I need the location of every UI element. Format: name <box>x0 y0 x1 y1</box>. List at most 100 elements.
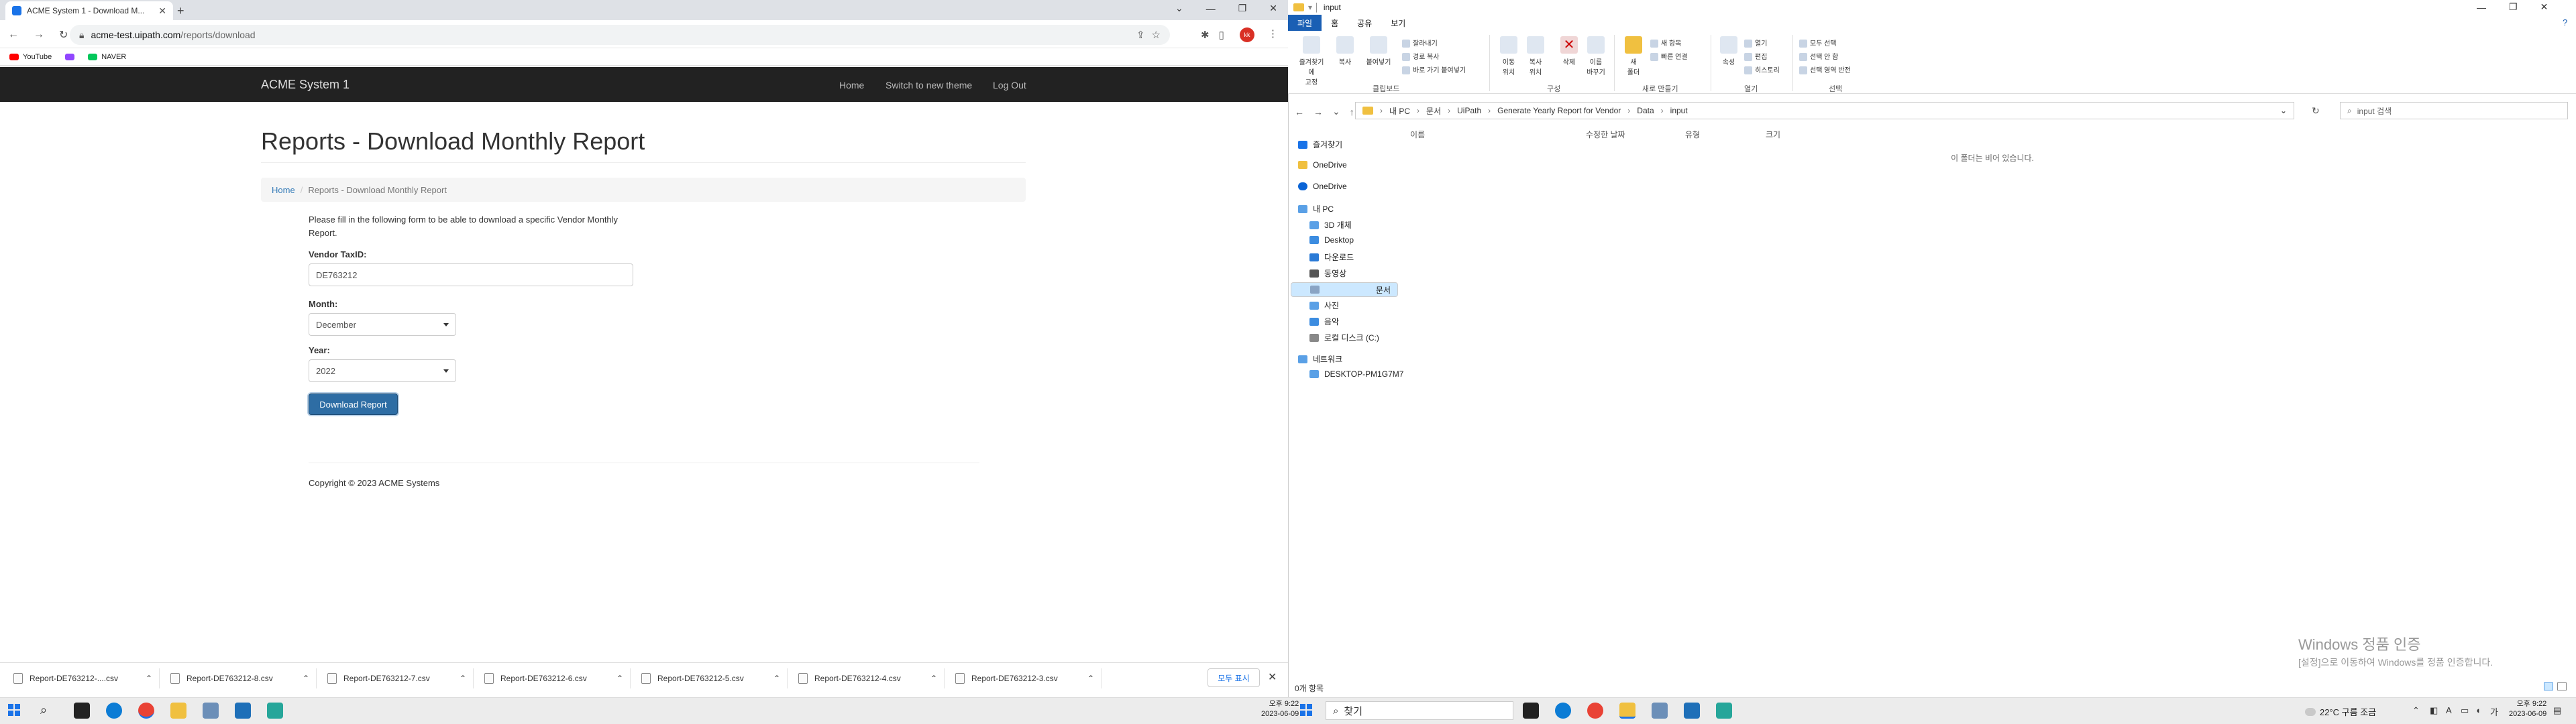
cut-button[interactable]: 잘라내기 <box>1402 38 1438 48</box>
path-segment[interactable]: Generate Yearly Report for Vendor <box>1497 106 1621 115</box>
vendor-taxid-input[interactable]: DE763212 <box>309 263 633 286</box>
column-size[interactable]: 크기 <box>1766 129 1780 140</box>
weather-widget[interactable]: 22°C 구름 조금 <box>2305 705 2376 718</box>
close-window-icon[interactable]: ✕ <box>2540 1 2548 13</box>
pin-quick-access-button[interactable]: 즐겨찾기에 고정 <box>1297 36 1326 86</box>
up-icon[interactable]: ↑ <box>1350 107 1354 117</box>
tab-home[interactable]: 홈 <box>1322 15 1348 31</box>
chevron-up-icon[interactable]: ⌃ <box>616 674 623 683</box>
download-item[interactable]: Report-DE763212-3.csv ⌃ <box>949 668 1102 688</box>
sidebar-item-quick-access[interactable]: 즐겨찾기 <box>1298 139 1342 150</box>
sidebar-item-network[interactable]: 네트워크 <box>1298 353 1342 365</box>
column-modified[interactable]: 수정한 날짜 <box>1586 129 1625 140</box>
share-icon[interactable]: ⇪ <box>1136 29 1145 41</box>
select-none-button[interactable]: 선택 안 함 <box>1799 51 1838 62</box>
sidebar-item-desktop[interactable]: Desktop <box>1309 235 1354 245</box>
tab-file[interactable]: 파일 <box>1288 15 1322 31</box>
tab-search-icon[interactable]: ⌄ <box>1175 3 1183 14</box>
right-clock[interactable]: 오후 9:22 2023-06-09 <box>2509 699 2546 719</box>
reload-icon[interactable]: ↻ <box>59 28 68 42</box>
lock-icon[interactable]: 🔒︎ <box>79 29 84 41</box>
chevron-down-icon[interactable]: ⌄ <box>2280 106 2287 115</box>
uipath-assistant-icon[interactable] <box>1716 703 1732 719</box>
path-segment[interactable]: Data <box>1637 106 1654 115</box>
recent-locations-icon[interactable]: ⌄ <box>1332 106 1340 117</box>
search-icon[interactable]: ⌕ <box>40 703 47 717</box>
task-view-icon[interactable] <box>74 703 90 719</box>
chevron-up-icon[interactable]: ⌃ <box>773 674 780 683</box>
back-icon[interactable]: ← <box>1295 107 1304 117</box>
refresh-icon[interactable]: ↻ <box>2312 105 2320 117</box>
bookmark-youtube[interactable]: YouTube <box>9 53 52 61</box>
volume-icon[interactable]: ◖ <box>2475 705 2481 715</box>
column-type[interactable]: 유형 <box>1685 129 1700 140</box>
minimize-icon[interactable]: — <box>1206 3 1216 14</box>
close-window-icon[interactable]: ✕ <box>1269 3 1277 14</box>
download-item[interactable]: Report-DE763212-8.csv ⌃ <box>164 668 317 688</box>
new-folder-button[interactable]: 새 폴더 <box>1619 36 1648 76</box>
explorer-search-box[interactable]: ⌕ input 검색 <box>2340 102 2568 119</box>
bookmark-star-icon[interactable]: ☆ <box>1152 29 1161 41</box>
nav-home-link[interactable]: Home <box>839 80 864 90</box>
sidebar-item-documents[interactable]: 문서 <box>1291 282 1398 297</box>
nav-switch-theme-link[interactable]: Switch to new theme <box>885 80 972 90</box>
month-select[interactable]: December <box>309 313 456 336</box>
bookmark-naver[interactable]: NAVER <box>88 53 126 61</box>
open-button[interactable]: 열기 <box>1744 38 1767 48</box>
back-icon[interactable]: ← <box>8 29 19 41</box>
edge-icon[interactable] <box>1555 703 1571 719</box>
chevron-up-icon[interactable]: ⌃ <box>930 674 937 683</box>
file-explorer-icon[interactable] <box>1619 703 1635 719</box>
start-button-2[interactable] <box>1300 704 1312 716</box>
edge-icon[interactable] <box>106 703 122 719</box>
new-item-button[interactable]: 새 항목 <box>1650 38 1681 48</box>
menu-icon[interactable]: ⋮ <box>1268 27 1278 40</box>
copy-to-button[interactable]: 복사 위치 <box>1521 36 1550 76</box>
maximize-icon[interactable]: ❐ <box>1238 3 1247 14</box>
sidebar-item-this-pc[interactable]: 내 PC <box>1298 203 1334 215</box>
download-item[interactable]: Report-DE763212-....csv ⌃ <box>7 668 160 688</box>
tab-share[interactable]: 공유 <box>1348 15 1381 31</box>
app-icon[interactable] <box>203 703 219 719</box>
side-panel-icon[interactable]: ▯ <box>1219 29 1224 41</box>
sidebar-item-local-disk[interactable]: 로컬 디스크 (C:) <box>1309 332 1379 343</box>
download-item[interactable]: Report-DE763212-7.csv ⌃ <box>321 668 474 688</box>
network-icon[interactable]: ▭ <box>2461 705 2469 716</box>
chrome-icon[interactable] <box>138 703 154 719</box>
file-explorer-icon[interactable] <box>170 703 186 719</box>
language-icon[interactable]: 가 <box>2490 705 2498 718</box>
chrome-icon[interactable] <box>1587 703 1603 719</box>
large-icons-view-icon[interactable] <box>2557 682 2567 690</box>
chevron-up-icon[interactable]: ⌃ <box>303 674 309 683</box>
sidebar-item-music[interactable]: 음악 <box>1309 316 1339 327</box>
chevron-up-icon[interactable]: ⌃ <box>460 674 466 683</box>
address-bar[interactable]: 🔒︎ acme-test.uipath.com/reports/download… <box>70 25 1170 45</box>
uipath-studio-icon[interactable] <box>1684 703 1700 719</box>
sidebar-item-pictures[interactable]: 사진 <box>1309 300 1339 311</box>
move-to-button[interactable]: 이동 위치 <box>1495 36 1523 76</box>
tab-view[interactable]: 보기 <box>1381 15 1415 31</box>
download-report-button[interactable]: Download Report <box>309 394 398 415</box>
sidebar-item-3d-objects[interactable]: 3D 개체 <box>1309 219 1352 231</box>
rename-button[interactable]: 이름 바꾸기 <box>1582 36 1610 76</box>
properties-button[interactable]: 속성 <box>1715 36 1743 66</box>
explorer-address-bar[interactable]: › 내 PC › 문서 › UiPath › Generate Yearly R… <box>1355 102 2294 119</box>
forward-icon[interactable]: → <box>34 29 44 41</box>
sidebar-item-videos[interactable]: 동영상 <box>1309 267 1346 279</box>
path-segment[interactable]: UiPath <box>1457 106 1481 115</box>
tray-ime-icon[interactable]: A <box>2446 705 2452 715</box>
profile-avatar[interactable]: kk <box>1240 27 1254 42</box>
path-segment[interactable]: 내 PC <box>1389 105 1410 117</box>
new-tab-button[interactable]: + <box>177 4 184 18</box>
quick-access-toolbar[interactable]: ▾ │ <box>1308 3 1320 12</box>
column-name[interactable]: 이름 <box>1410 129 1425 140</box>
sidebar-item-downloads[interactable]: 다운로드 <box>1309 251 1354 263</box>
maximize-icon[interactable]: ❐ <box>2509 1 2518 13</box>
left-clock[interactable]: 오후 9:22 2023-06-09 <box>1261 699 1299 719</box>
extensions-icon[interactable]: ✱ <box>1201 29 1210 41</box>
select-all-button[interactable]: 모두 선택 <box>1799 38 1837 48</box>
year-select[interactable]: 2022 <box>309 359 456 382</box>
copy-path-button[interactable]: 경로 복사 <box>1402 51 1440 62</box>
breadcrumb-home-link[interactable]: Home <box>272 185 295 195</box>
details-view-icon[interactable] <box>2544 682 2553 690</box>
